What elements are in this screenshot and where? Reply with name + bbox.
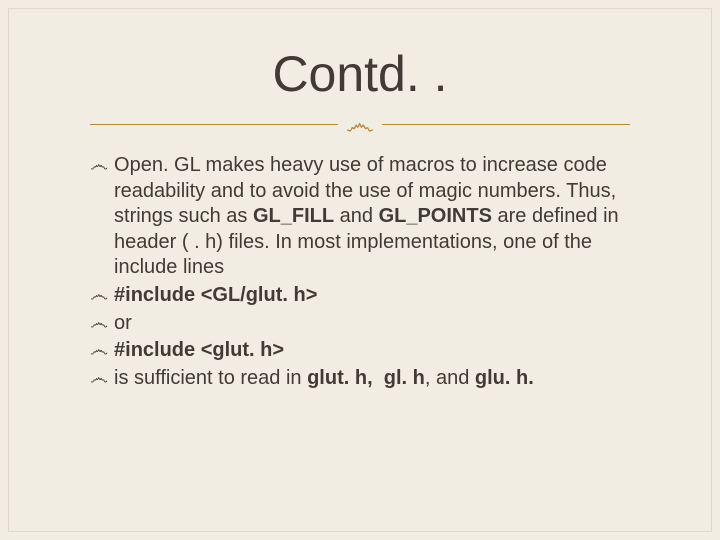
list-item: ෴is sufficient to read in glut. h, gl. h…: [90, 366, 630, 392]
list-item: ෴#include <GL/glut. h>: [90, 283, 630, 309]
list-item-text: is sufficient to read in glut. h, gl. h,…: [114, 366, 630, 392]
list-item: ෴or: [90, 311, 630, 337]
list-item: ෴#include <glut. h>: [90, 338, 630, 364]
bullet-icon: ෴: [90, 154, 108, 178]
bullet-icon: ෴: [90, 339, 108, 363]
list-item: ෴Open. GL makes heavy use of macros to i…: [90, 153, 630, 281]
divider-rule-right: [382, 124, 630, 125]
list-item-text: #include <glut. h>: [114, 338, 630, 364]
list-item-text: or: [114, 311, 630, 337]
list-item-text: #include <GL/glut. h>: [114, 283, 630, 309]
divider-rule-left: [90, 124, 338, 125]
slide-title: Contd. .: [90, 45, 630, 103]
bullet-icon: ෴: [90, 312, 108, 336]
bullet-icon: ෴: [90, 284, 108, 308]
flourish-icon: ෴: [338, 110, 382, 140]
slide: Contd. . ෴ ෴Open. GL makes heavy use of …: [0, 0, 720, 540]
title-divider: ෴: [90, 109, 630, 139]
content-list: ෴Open. GL makes heavy use of macros to i…: [90, 153, 630, 391]
list-item-text: Open. GL makes heavy use of macros to in…: [114, 153, 630, 281]
bullet-icon: ෴: [90, 367, 108, 391]
